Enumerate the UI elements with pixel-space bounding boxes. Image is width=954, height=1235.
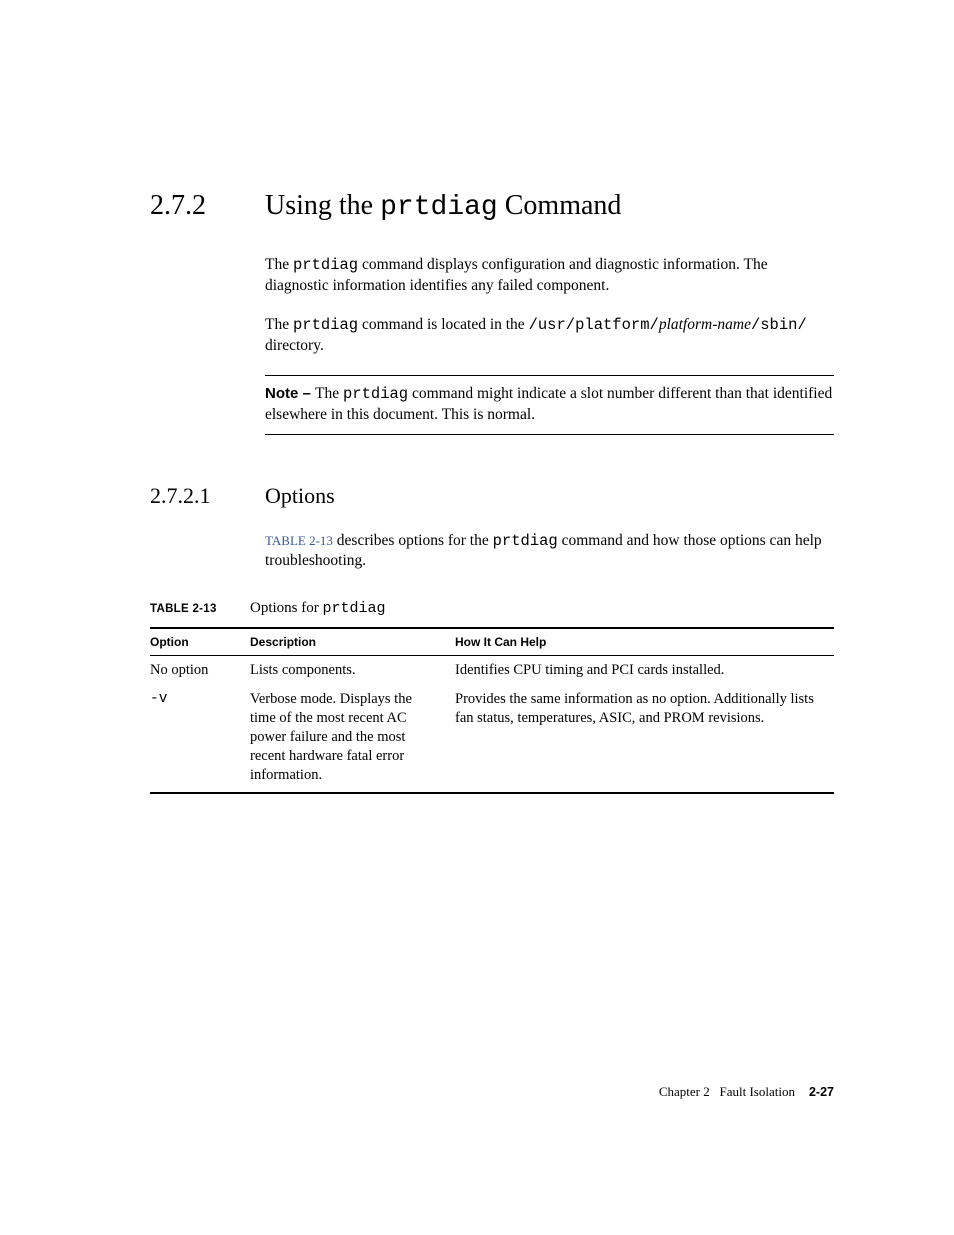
caption-cmd: prtdiag <box>323 600 386 617</box>
caption-pre: Options for <box>250 600 323 616</box>
p2-post: directory. <box>265 337 324 354</box>
p2-path2: /sbin/ <box>751 316 807 334</box>
p2-pre: The <box>265 316 293 333</box>
cell-description: Lists components. <box>250 656 455 685</box>
p2-cmd: prtdiag <box>293 316 358 334</box>
subsection-title: Options <box>265 483 335 509</box>
footer-page-number: 2-27 <box>809 1085 834 1099</box>
p1-cmd: prtdiag <box>293 256 358 274</box>
title-pre: Using the <box>265 190 380 221</box>
footer-chapter: Chapter 2 <box>659 1084 710 1099</box>
p2-path1: /usr/platform/ <box>529 316 659 334</box>
subsection-body: TABLE 2-13 describes options for the prt… <box>265 531 834 573</box>
intro-mid: describes options for the <box>333 532 493 549</box>
paragraph-1: The prtdiag command displays configurati… <box>265 255 834 297</box>
p1-pre: The <box>265 256 293 273</box>
intro-cmd: prtdiag <box>493 532 558 550</box>
section-heading: 2.7.2 Using the prtdiag Command <box>150 190 834 223</box>
table-row: -v Verbose mode. Displays the time of th… <box>150 685 834 793</box>
cell-description: Verbose mode. Displays the time of the m… <box>250 685 455 793</box>
cell-option: -v <box>150 685 250 793</box>
th-description: Description <box>250 628 455 656</box>
cell-option: No option <box>150 656 250 685</box>
footer-title: Fault Isolation <box>720 1084 795 1099</box>
table-header-row: Option Description How It Can Help <box>150 628 834 656</box>
th-option: Option <box>150 628 250 656</box>
paragraph-2: The prtdiag command is located in the /u… <box>265 315 834 357</box>
note-label: Note – <box>265 385 315 402</box>
page-content: 2.7.2 Using the prtdiag Command The prtd… <box>0 0 954 794</box>
table-reference-link[interactable]: TABLE 2-13 <box>265 533 333 548</box>
section-number: 2.7.2 <box>150 190 265 222</box>
cell-help: Provides the same information as no opti… <box>455 685 834 793</box>
note-pre: The <box>315 385 343 402</box>
table-caption: TABLE 2-13 Options for prtdiag <box>150 600 834 617</box>
th-help: How It Can Help <box>455 628 834 656</box>
table-caption-label: TABLE 2-13 <box>150 603 250 615</box>
table-caption-text: Options for prtdiag <box>250 600 386 617</box>
page-footer: Chapter 2 Fault Isolation 2-27 <box>659 1084 834 1100</box>
subsection-heading: 2.7.2.1 Options <box>150 483 834 509</box>
body-block: The prtdiag command displays configurati… <box>265 255 834 435</box>
title-post: Command <box>498 190 622 221</box>
intro-paragraph: TABLE 2-13 describes options for the prt… <box>265 531 834 573</box>
section-title: Using the prtdiag Command <box>265 190 621 223</box>
table-row: No option Lists components. Identifies C… <box>150 656 834 685</box>
note-cmd: prtdiag <box>343 385 408 403</box>
note-block: Note – The prtdiag command might indicat… <box>265 375 834 435</box>
p2-mid: command is located in the <box>358 316 528 333</box>
options-table: Option Description How It Can Help No op… <box>150 627 834 794</box>
title-cmd: prtdiag <box>380 192 498 223</box>
p2-path-italic: platform-name <box>659 316 751 333</box>
cell-help: Identifies CPU timing and PCI cards inst… <box>455 656 834 685</box>
subsection-number: 2.7.2.1 <box>150 483 265 509</box>
